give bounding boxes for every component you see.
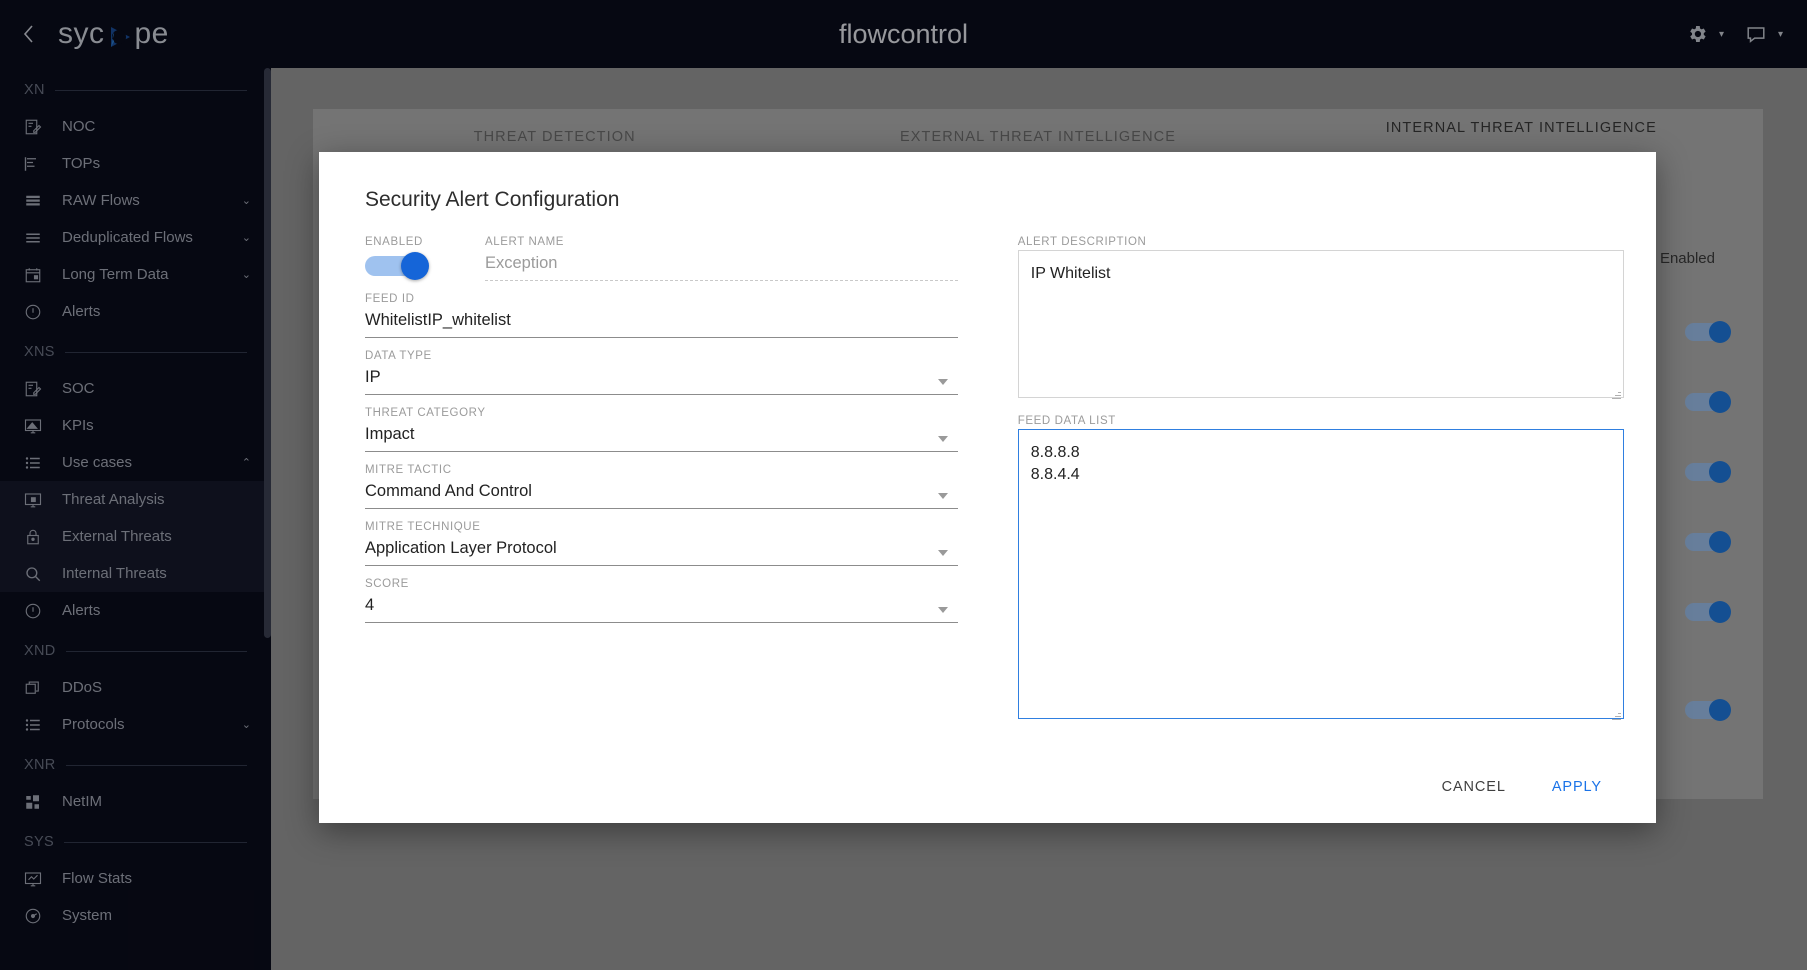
- threat-category-select[interactable]: [365, 421, 958, 452]
- threat-category-field: THREAT CATEGORY: [365, 407, 958, 452]
- dialog-right-column: ALERT DESCRIPTION FEED DATA LIST: [1017, 236, 1624, 724]
- threat-category-label: THREAT CATEGORY: [365, 407, 486, 419]
- mitre-technique-field: MITRE TECHNIQUE: [365, 521, 958, 566]
- dialog-footer: CANCEL APPLY: [1424, 769, 1620, 805]
- alert-name-input[interactable]: [485, 250, 958, 281]
- mitre-tactic-field: MITRE TACTIC: [365, 464, 958, 509]
- feed-data-list-wrapper: [1017, 429, 1624, 724]
- alert-name-field: ALERT NAME: [485, 236, 958, 281]
- score-field: SCORE: [365, 578, 958, 623]
- mitre-technique-select[interactable]: [365, 535, 958, 566]
- alert-description-field: ALERT DESCRIPTION: [1017, 236, 1624, 403]
- enabled-toggle[interactable]: [365, 252, 429, 280]
- security-alert-configuration-dialog: Security Alert Configuration ENABLED ALE…: [319, 152, 1656, 823]
- score-label: SCORE: [365, 578, 409, 590]
- dialog-body: ENABLED ALERT NAME FEED ID DATA TYPE THR…: [351, 236, 1624, 724]
- feed-data-list-label: FEED DATA LIST: [1017, 415, 1116, 427]
- data-type-field: DATA TYPE: [365, 350, 958, 395]
- alert-name-label: ALERT NAME: [485, 236, 565, 248]
- feed-data-list-field: FEED DATA LIST: [1017, 415, 1624, 724]
- alert-description-label: ALERT DESCRIPTION: [1017, 236, 1147, 248]
- cancel-button[interactable]: CANCEL: [1424, 769, 1524, 805]
- dialog-left-column: ENABLED ALERT NAME FEED ID DATA TYPE THR…: [351, 236, 958, 724]
- mitre-tactic-label: MITRE TACTIC: [365, 464, 452, 476]
- enabled-row: ENABLED ALERT NAME: [365, 236, 958, 281]
- data-type-label: DATA TYPE: [365, 350, 432, 362]
- feed-id-field: FEED ID: [365, 293, 958, 338]
- score-select[interactable]: [365, 592, 958, 623]
- apply-button[interactable]: APPLY: [1534, 769, 1620, 805]
- mitre-technique-label: MITRE TECHNIQUE: [365, 521, 481, 533]
- alert-description-textarea[interactable]: [1017, 250, 1624, 398]
- dialog-title: Security Alert Configuration: [365, 188, 620, 211]
- enabled-field: ENABLED: [365, 236, 429, 280]
- data-type-select[interactable]: [365, 364, 958, 395]
- alert-description-wrapper: [1017, 250, 1624, 403]
- feed-id-label: FEED ID: [365, 293, 415, 305]
- feed-id-input[interactable]: [365, 307, 958, 338]
- mitre-tactic-select[interactable]: [365, 478, 958, 509]
- enabled-label: ENABLED: [365, 236, 423, 248]
- feed-data-list-textarea[interactable]: [1017, 429, 1624, 719]
